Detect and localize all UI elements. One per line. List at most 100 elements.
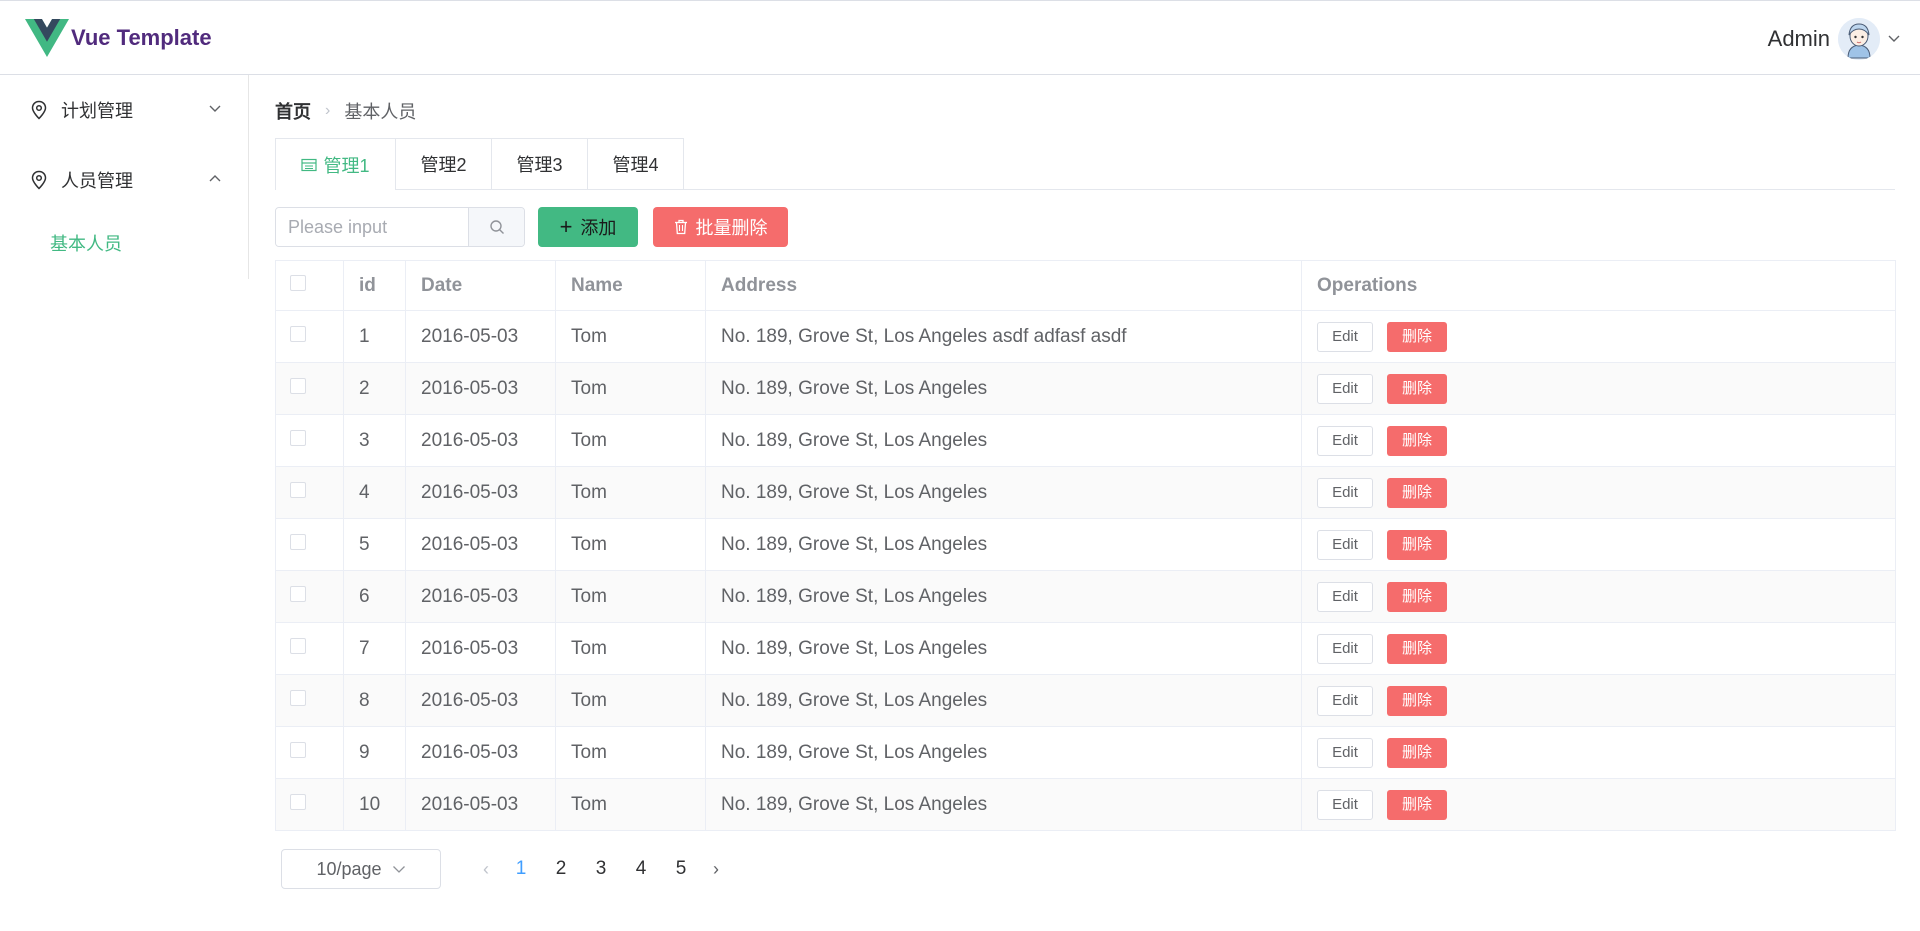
sidebar-menu-personnel[interactable]: 人员管理 (0, 145, 248, 215)
row-select-cell (275, 310, 344, 363)
row-checkbox[interactable] (290, 793, 306, 810)
cell-date: 2016-05-03 (405, 362, 556, 415)
row-checkbox[interactable] (290, 741, 306, 758)
chevron-up-icon (209, 175, 221, 182)
edit-button[interactable]: Edit (1317, 373, 1373, 404)
select-all-checkbox[interactable] (290, 274, 306, 291)
chevron-down-icon (209, 105, 221, 112)
row-checkbox[interactable] (290, 325, 306, 342)
row-checkbox[interactable] (290, 429, 306, 446)
row-checkbox[interactable] (290, 585, 306, 602)
delete-button[interactable]: 删除 (1387, 321, 1447, 352)
column-header-date[interactable]: Date (405, 260, 556, 311)
cell-name: Tom (555, 466, 706, 519)
cell-operations: Edit 删除 (1301, 778, 1896, 831)
vue-logo-icon (25, 18, 69, 58)
sidebar-menu-label: 计划管理 (61, 101, 133, 121)
edit-button[interactable]: Edit (1317, 685, 1373, 716)
delete-button[interactable]: 删除 (1387, 477, 1447, 508)
edit-button[interactable]: Edit (1317, 529, 1373, 560)
column-header-id[interactable]: id (343, 260, 406, 311)
next-page-icon[interactable]: › (701, 859, 731, 880)
page-number[interactable]: 1 (501, 858, 541, 880)
column-header-operations: Operations (1301, 260, 1896, 311)
row-checkbox[interactable] (290, 481, 306, 498)
page-number[interactable]: 2 (541, 858, 581, 880)
edit-button[interactable]: Edit (1317, 581, 1373, 612)
cell-id: 6 (343, 570, 406, 623)
chevron-down-icon (392, 865, 405, 873)
row-checkbox[interactable] (290, 533, 306, 550)
column-header-address[interactable]: Address (705, 260, 1302, 311)
page-number[interactable]: 3 (581, 858, 621, 880)
cell-name: Tom (555, 726, 706, 779)
add-button[interactable]: + 添加 (538, 207, 638, 247)
delete-button[interactable]: 删除 (1387, 685, 1447, 716)
row-select-cell (275, 726, 344, 779)
data-table: id Date Name Address Operations 1 2016-05… (275, 260, 1896, 831)
row-select-cell (275, 778, 344, 831)
table-row: 3 2016-05-03 Tom No. 189, Grove St, Los Ang… (275, 414, 1896, 467)
cell-operations: Edit 删除 (1301, 466, 1896, 519)
delete-button[interactable]: 删除 (1387, 373, 1447, 404)
edit-button[interactable]: Edit (1317, 477, 1373, 508)
cell-date: 2016-05-03 (405, 466, 556, 519)
table-row: 10 2016-05-03 Tom No. 189, Grove St, Los An… (275, 778, 1896, 831)
tab-management-3[interactable]: 管理3 (491, 138, 588, 189)
batch-delete-button[interactable]: 批量删除 (653, 207, 788, 247)
page-number[interactable]: 4 (621, 858, 661, 880)
delete-button[interactable]: 删除 (1387, 425, 1447, 456)
cell-date: 2016-05-03 (405, 622, 556, 675)
page-number[interactable]: 5 (661, 858, 701, 880)
delete-button[interactable]: 删除 (1387, 737, 1447, 768)
table-row: 6 2016-05-03 Tom No. 189, Grove St, Los Ang… (275, 570, 1896, 623)
edit-button[interactable]: Edit (1317, 633, 1373, 664)
cell-id: 10 (343, 778, 406, 831)
edit-button[interactable]: Edit (1317, 321, 1373, 352)
breadcrumb-home[interactable]: 首页 (275, 98, 311, 124)
cell-id: 5 (343, 518, 406, 571)
cell-address: No. 189, Grove St, Los Angeles (705, 570, 1302, 623)
tab-management-2[interactable]: 管理2 (395, 138, 492, 189)
prev-page-icon[interactable]: ‹ (471, 859, 501, 880)
calendar-icon (301, 158, 318, 171)
delete-button[interactable]: 删除 (1387, 529, 1447, 560)
toolbar: + 添加 批量删除 (275, 207, 1075, 247)
delete-button[interactable]: 删除 (1387, 789, 1447, 820)
cell-name: Tom (555, 622, 706, 675)
row-checkbox[interactable] (290, 377, 306, 394)
search-button[interactable] (468, 208, 524, 246)
sidebar-item-basic-personnel[interactable]: 基本人员 (0, 215, 248, 271)
location-icon (31, 170, 47, 190)
sidebar-menu-plan[interactable]: 计划管理 (0, 75, 248, 145)
cell-address: No. 189, Grove St, Los Angeles asdf adfa… (705, 310, 1302, 363)
pagination: 10/page ‹ 1 2 3 4 5 › (281, 849, 1081, 889)
cell-id: 9 (343, 726, 406, 779)
cell-address: No. 189, Grove St, Los Angeles (705, 726, 1302, 779)
delete-button[interactable]: 删除 (1387, 581, 1447, 612)
page-size-value: 10/page (316, 858, 382, 879)
edit-button[interactable]: Edit (1317, 789, 1373, 820)
row-checkbox[interactable] (290, 637, 306, 654)
user-menu[interactable]: Admin (1768, 18, 1900, 60)
cell-operations: Edit 删除 (1301, 622, 1896, 675)
chevron-down-icon[interactable] (1888, 35, 1900, 43)
edit-button[interactable]: Edit (1317, 737, 1373, 768)
top-header: Vue Template Admin (0, 0, 1920, 75)
page-size-select[interactable]: 10/page (281, 849, 441, 889)
search-input[interactable] (276, 208, 468, 246)
cell-id: 7 (343, 622, 406, 675)
cell-name: Tom (555, 414, 706, 467)
row-checkbox[interactable] (290, 689, 306, 706)
delete-button[interactable]: 删除 (1387, 633, 1447, 664)
edit-button[interactable]: Edit (1317, 425, 1373, 456)
row-select-cell (275, 518, 344, 571)
tab-management-4[interactable]: 管理4 (587, 138, 684, 189)
tab-management-1[interactable]: 管理1 (275, 138, 396, 190)
cell-address: No. 189, Grove St, Los Angeles (705, 362, 1302, 415)
breadcrumb: 首页 › 基本人员 (275, 98, 416, 124)
column-header-name[interactable]: Name (555, 260, 706, 311)
avatar[interactable] (1838, 18, 1880, 60)
batch-delete-label: 批量删除 (695, 218, 768, 238)
app-logo[interactable]: Vue Template (25, 18, 212, 58)
